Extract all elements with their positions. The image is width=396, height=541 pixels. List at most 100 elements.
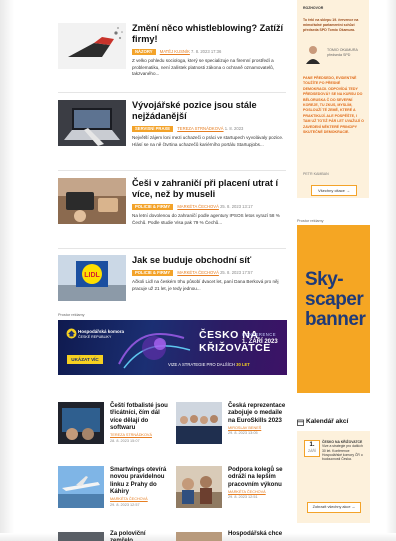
event-calendar: Kalendář akcí 1. ZÁŘÍ ČESKO NA KŘIŽOVATC… [297,418,370,523]
person-credit: TOMIO OKAMURA předseda SPD [327,48,358,57]
news-card[interactable]: Čeští fotbalisté jsou třicátníci, čím dá… [58,402,168,457]
divider [58,248,286,249]
author-link[interactable]: MARKÉTA ČECHOVÁ [177,270,219,275]
avatar [305,44,321,64]
article-title[interactable]: Jak se buduje obchodní síť [132,255,286,266]
card-thumbnail[interactable] [176,466,222,508]
card-title[interactable]: Hospodářská chce [228,530,286,537]
article-thumbnail[interactable] [58,100,126,146]
card-meta: MARKÉTA ČECHOVÁ 29. 8. 2023 12:51 [228,490,286,501]
ad-label: Prostor reklamy [297,219,324,223]
category-badge[interactable]: SERVISNÍ PRAXE [132,125,174,132]
news-card[interactable]: Česká reprezentace zabojuje o medaile na… [176,402,286,457]
card-thumbnail[interactable] [176,402,222,444]
card-meta: TEREZA STRNÁDKOVÁ 28. 8. 2023 15:07 [110,433,168,444]
person-role: předseda SPD [327,52,351,57]
author-link[interactable]: TEREZA STRNÁDKOVÁ [177,126,223,131]
divider [58,92,286,93]
article-perex: Ačkoli Lidl na českém trhu působí dvacet… [132,279,279,291]
quote-author: PETR KAMBAN [303,172,329,176]
card-title[interactable]: Čeští fotbalisté jsou třicátníci, čím dá… [110,402,168,431]
article-meta: NÁZORY MATĚJ KUSNÍK 7. 8. 2023 17:36 [132,48,286,55]
card-date: 29. 8. 2023 12:51 [228,495,258,500]
card-title[interactable]: Česká reprezentace zabojuje o medaile na… [228,402,286,424]
article-meta: POLICIE & FIRMY MARKÉTA ČECHOVÁ 25. 8. 2… [132,269,286,276]
news-card[interactable]: Hospodářská chce [176,530,286,541]
quote-box-label: ROZHOVOR [303,6,324,10]
article-meta: POLICIE & FIRMY MARKÉTA ČECHOVÁ 25. 8. 2… [132,203,286,210]
news-card[interactable]: Smartwings otevírá novou pravidelnou lin… [58,466,168,521]
skyscraper-banner[interactable]: Sky-scaper banner [297,225,370,393]
divider [58,170,286,171]
calendar-icon [297,419,304,426]
banner-strip-text: VIZE A STRATEGIE PRO DALŠÍCH [168,362,235,367]
event-date: 1. ZÁŘÍ [304,440,320,457]
card-thumbnail[interactable] [58,466,104,508]
quote-intro: To řekl na sklepu 19. července na mimořá… [303,18,359,32]
category-badge[interactable]: NÁZORY [132,48,156,55]
article-date: 1. 8. 2023 [224,126,244,131]
event-month: ZÁŘÍ [308,449,316,453]
article-perex: Z velko pohledu sociologa, který se spec… [132,58,274,77]
article-date: 7. 8. 2023 17:36 [191,49,222,54]
chamber-logo-icon [66,328,77,339]
author-link[interactable]: MIROSLAV BENEŠ [228,426,261,430]
card-thumbnail[interactable] [58,530,104,541]
skyscraper-text: Sky-scaper banner [305,269,366,330]
banner-logo-subtitle: ČESKÉ REPUBLIKY [78,335,112,339]
page-shadow-left [0,0,14,541]
banner-strip-highlight: 30 LET [236,362,250,367]
page-shadow-right [386,0,396,541]
card-title[interactable]: Podpora kolegů se odráží na lepším praco… [228,466,286,488]
card-date: 28. 8. 2023 15:07 [110,438,140,443]
article-title[interactable]: Vývojářské pozice jsou stále nejžádanějš… [132,100,286,122]
article-title[interactable]: Změní něco whistleblowing? Zatíží firmy! [132,23,286,45]
author-link[interactable]: MATĚJ KUSNÍK [160,49,190,54]
category-badge[interactable]: POLICIE & FIRMY [132,203,174,210]
article-date: 25. 8. 2023 17:57 [220,270,253,275]
author-link[interactable]: MARKÉTA ČECHOVÁ [177,204,219,209]
all-events-button[interactable]: Zobrazit všechny akce → [307,502,361,513]
page: Změní něco whistleblowing? Zatíží firmy!… [0,0,396,541]
article-item[interactable]: Češi v zahraničí při placení utrat í víc… [58,178,286,248]
article-item[interactable]: Změní něco whistleblowing? Zatíží firmy!… [58,23,286,87]
event-description[interactable]: ČESKO NA KŘIŽOVATCE Vize a strategie pro… [322,440,366,461]
card-meta: MIROSLAV BENEŠ 29. 8. 2023 13:05 [228,426,286,437]
card-date: 29. 8. 2023 12:57 [110,502,140,507]
author-link[interactable]: MARKÉTA ČECHOVÁ [110,497,148,501]
card-meta: MARKÉTA ČECHOVÁ 29. 8. 2023 12:57 [110,497,168,508]
banner-conference-label: KONFERENCE [242,332,277,337]
all-quotes-button[interactable]: Všechny citace → [311,185,357,196]
article-date: 25. 8. 2023 13:17 [220,204,253,209]
calendar-box: 1. ZÁŘÍ ČESKO NA KŘIŽOVATCE Vize a strat… [297,431,370,523]
calendar-heading: Kalendář akcí [306,418,349,425]
news-card[interactable]: Za poloviční zemřelo [58,530,168,541]
banner-conference-date: 1. ZÁŘÍ 2023 [242,339,278,345]
card-thumbnail[interactable] [176,530,222,541]
event-day: 1. [309,442,315,448]
quote-box: ROZHOVOR To řekl na sklepu 19. července … [297,0,369,198]
card-title[interactable]: Za poloviční zemřelo [110,530,168,541]
news-card[interactable]: Podpora kolegů se odráží na lepším praco… [176,466,286,521]
author-link[interactable]: MARKÉTA ČECHOVÁ [228,490,266,494]
show-more-button[interactable]: UKÁZAT VÍC [67,355,103,364]
article-item[interactable]: Vývojářské pozice jsou stále nejžádanějš… [58,100,286,164]
banner-strip: VIZE A STRATEGIE PRO DALŠÍCH 30 LET [168,361,287,369]
card-title[interactable]: Smartwings otevírá novou pravidelnou lin… [110,466,168,495]
article-item[interactable]: LIDL Jak se buduje obchodní síť POLICIE … [58,255,286,305]
article-perex: Na letní dovolenou do zahraničí podle ag… [132,213,280,225]
article-perex: Největší zájem loni mezi uchazeči o prác… [132,135,284,147]
article-thumbnail[interactable] [58,23,126,69]
ad-label: Prostor reklamy [58,313,85,317]
card-thumbnail[interactable] [58,402,104,444]
author-link[interactable]: TEREZA STRNÁDKOVÁ [110,433,152,437]
article-thumbnail[interactable] [58,178,126,224]
article-title[interactable]: Češi v zahraničí při placení utrat í víc… [132,178,286,200]
conference-banner[interactable]: Hospodářská komora ČESKÉ REPUBLIKY UKÁZA… [58,320,287,375]
category-badge[interactable]: POLICIE & FIRMY [132,269,174,276]
quote-text: PANE PŘEDSEDO, EVIDENTNĚ TOUŽÍTE PO PŘES… [303,76,364,135]
article-meta: SERVISNÍ PRAXE TEREZA STRNÁDKOVÁ 1. 8. 2… [132,125,286,132]
article-thumbnail[interactable]: LIDL [58,255,126,301]
event-text: Vize a strategie pro dalších 30 let. Kon… [322,444,363,462]
card-date: 29. 8. 2023 13:05 [228,431,258,436]
